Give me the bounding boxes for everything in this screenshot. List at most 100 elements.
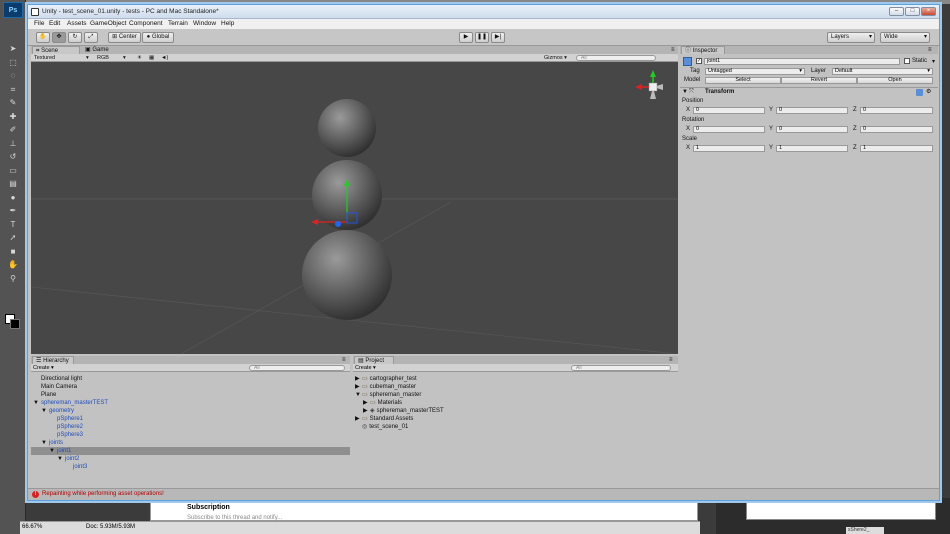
gear-icon[interactable]: ⚙ [926,88,931,95]
foldout-arrow-icon[interactable]: ▼ [41,439,47,447]
position-z-field[interactable]: 0 [860,107,933,114]
zoom-icon[interactable]: ⚲ [6,274,20,284]
foldout-arrow-icon[interactable]: ▼ [33,399,39,407]
hierarchy-item[interactable]: ▼ geometry [31,407,74,415]
audio-icon[interactable]: ◄) [161,54,168,62]
foldout-arrow-icon[interactable]: ▶ [363,407,369,415]
project-item[interactable]: ▶ ◈ sphereman_masterTEST [353,407,444,415]
rotation-x-field[interactable]: 0 [693,126,765,133]
menu-component[interactable]: Component [129,20,163,27]
scale-tool-button[interactable]: ⤢ [84,32,98,43]
minimize-button[interactable]: – [889,7,904,16]
panel-menu-icon[interactable]: ≡ [668,46,678,54]
sphere-bottom[interactable] [302,230,392,320]
foldout-arrow-icon[interactable]: ▼ [41,407,47,415]
project-item[interactable]: ▼▭ sphereman_master [353,391,421,399]
tab-inspector[interactable]: ⓘ Inspector [681,46,725,54]
project-item[interactable]: ▶ ▭ cubeman_master [353,383,416,391]
pivot-center-button[interactable]: ⊞ Center [108,32,141,43]
position-x-field[interactable]: 0 [693,107,765,114]
marquee-icon[interactable]: ⬚ [6,58,20,68]
menu-assets[interactable]: Assets [67,20,87,27]
tab-scene[interactable]: ⌗ Scene [32,46,80,54]
scale-z-field[interactable]: 1 [860,145,933,152]
maximize-button[interactable]: □ [905,7,920,16]
move-icon[interactable]: ➤ [6,44,20,54]
move-gizmo-z-handle[interactable] [335,221,341,227]
panel-menu-icon[interactable]: ≡ [339,356,349,364]
zoom-level[interactable]: 66.67% [22,524,42,530]
foldout-arrow-icon[interactable]: ▶ [355,383,361,391]
hierarchy-item[interactable]: joint3 [31,463,87,471]
move-tool-button[interactable]: ✥ [52,32,66,43]
step-button[interactable]: ▶| [491,32,505,43]
layers-dropdown[interactable]: Layers ▾ [827,32,875,43]
model-revert-button[interactable]: Revert [781,77,857,84]
render-mode-dropdown[interactable]: Textured ▾ [34,54,92,62]
hierarchy-item[interactable]: pSphere1 [31,415,83,423]
menu-help[interactable]: Help [221,20,234,27]
stamp-icon[interactable]: ⊥ [6,139,20,149]
background-color-swatch[interactable] [10,319,20,329]
hierarchy-item[interactable]: ▼ joint1 [31,447,350,455]
pivot-global-button[interactable]: ● Global [142,32,174,43]
hierarchy-item[interactable]: Directional light [31,375,82,383]
hierarchy-item[interactable]: pSphere2 [31,423,83,431]
menu-window[interactable]: Window [193,20,216,27]
menu-gameobject[interactable]: GameObject [90,20,127,27]
foldout-arrow-icon[interactable]: ▶ [363,399,369,407]
shape-icon[interactable]: ■ [6,247,20,257]
healing-icon[interactable]: ✚ [6,112,20,122]
status-message[interactable]: Repainting while performing asset operat… [42,491,164,497]
chevron-down-icon[interactable]: ▾ [932,58,935,65]
panel-menu-icon[interactable]: ≡ [925,46,935,54]
tab-project[interactable]: ▤ Project [354,356,394,364]
hierarchy-item[interactable]: pSphere3 [31,431,83,439]
foldout-arrow-icon[interactable]: ▼ [355,391,361,399]
model-open-button[interactable]: Open [857,77,933,84]
sphere-top[interactable] [318,99,376,157]
play-button[interactable]: ▶ [459,32,473,43]
project-item[interactable]: ▶ ▭ Materials [353,399,402,407]
crop-icon[interactable]: ⌗ [6,85,20,95]
hierarchy-item[interactable]: ▼ joint2 [31,455,79,463]
static-checkbox[interactable] [904,58,910,64]
foldout-arrow-icon[interactable]: ▶ [355,415,361,423]
panel-menu-icon[interactable]: ≡ [666,356,676,364]
brush-icon[interactable]: ✐ [6,125,20,135]
close-button[interactable]: × [921,7,936,16]
hierarchy-item[interactable]: Main Camera [31,383,77,391]
type-icon[interactable]: T [6,220,20,230]
menu-file[interactable]: File [34,20,44,27]
scene-orientation-gizmo[interactable] [635,70,663,99]
lasso-icon[interactable]: ◌ [6,71,20,81]
taskbar-tab[interactable]: sShere2_ [846,527,884,534]
gizmos-dropdown[interactable]: Gizmos ▾ [544,54,567,62]
object-name-field[interactable]: joint1 [704,58,900,65]
image-effects-icon[interactable]: ▦ [149,54,154,62]
dodge-icon[interactable]: ● [6,193,20,203]
eraser-icon[interactable]: ▭ [6,166,20,176]
hand-icon[interactable]: ✋ [6,260,20,270]
pause-button[interactable]: ❚❚ [475,32,489,43]
rotation-y-field[interactable]: 0 [776,126,848,133]
move-gizmo-x-arrow[interactable] [311,219,318,225]
help-icon[interactable] [916,89,923,96]
color-mode-dropdown[interactable]: RGB ▾ [97,54,127,62]
pen-icon[interactable]: ✒ [6,206,20,216]
position-y-field[interactable]: 0 [776,107,848,114]
hierarchy-item[interactable]: ▼ sphereman_masterTEST [31,399,108,407]
active-checkbox[interactable]: ✓ [696,58,702,64]
scale-x-field[interactable]: 1 [693,145,765,152]
hierarchy-item[interactable]: Plane [31,391,56,399]
layout-dropdown[interactable]: Wide ▾ [880,32,930,43]
tab-game[interactable]: ▣ Game [82,46,126,54]
hierarchy-item[interactable]: ▼ joints [31,439,63,447]
project-item[interactable]: ▶ ▭ Standard Assets [353,415,413,423]
path-select-icon[interactable]: ➚ [6,233,20,243]
foldout-arrow-icon[interactable]: ▼ [49,447,55,455]
project-create-button[interactable]: Create ▾ [355,364,376,372]
project-search-input[interactable]: All [571,365,671,371]
tab-hierarchy[interactable]: ☰ Hierarchy [32,356,74,364]
scene-render[interactable] [31,62,678,354]
